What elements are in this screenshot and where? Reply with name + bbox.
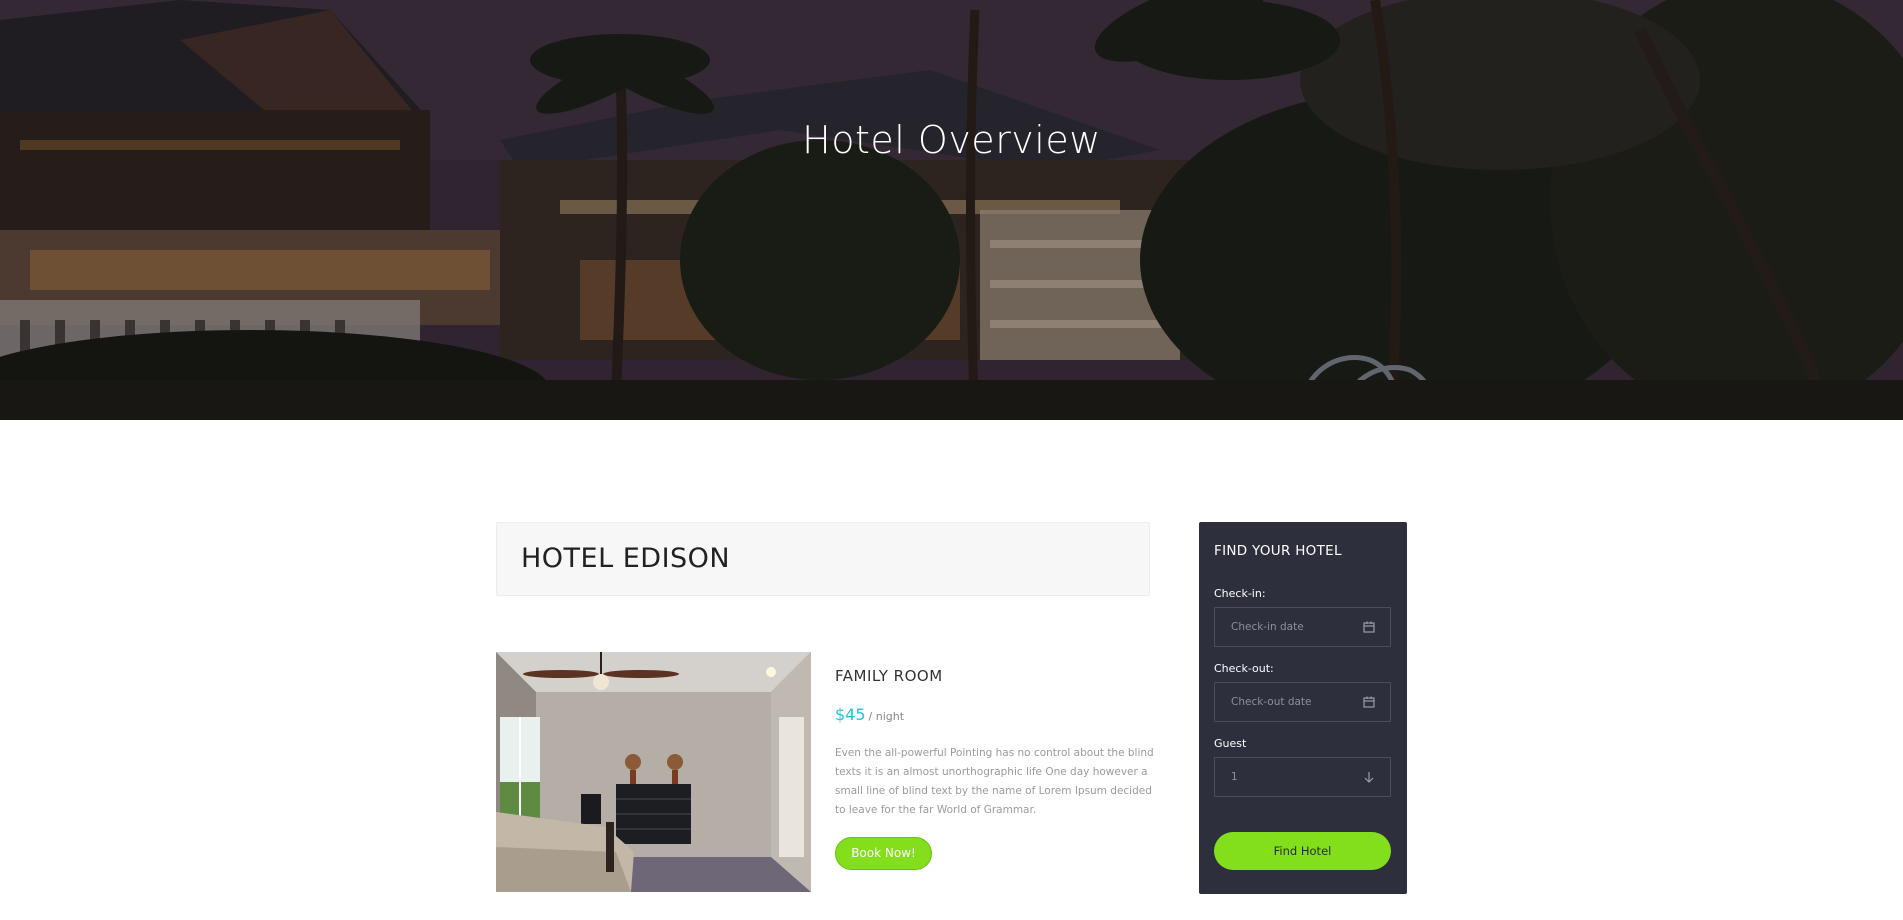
- arrow-down-icon: [1364, 772, 1374, 783]
- checkout-label: Check-out:: [1214, 662, 1274, 675]
- room-price-amount: $45: [835, 705, 866, 724]
- hero-banner: Hotel Overview: [0, 0, 1903, 420]
- hotel-name: HOTEL EDISON: [521, 543, 731, 574]
- checkout-field[interactable]: Check-out date: [1214, 682, 1391, 722]
- room-description: Even the all-powerful Pointing has no co…: [835, 747, 1154, 816]
- calendar-icon: [1363, 621, 1375, 633]
- room-price-unit: / night: [868, 710, 905, 723]
- checkin-label: Check-in:: [1214, 587, 1266, 600]
- room-image: [496, 652, 811, 892]
- checkout-placeholder: Check-out date: [1231, 696, 1312, 708]
- hero-overlay: [0, 0, 1903, 420]
- book-now-button[interactable]: Book Now!: [835, 837, 932, 870]
- checkin-placeholder: Check-in date: [1231, 621, 1304, 633]
- checkin-field[interactable]: Check-in date: [1214, 607, 1391, 647]
- finder-title: FIND YOUR HOTEL: [1214, 543, 1342, 559]
- guest-select[interactable]: 1: [1214, 757, 1391, 797]
- guest-label: Guest: [1214, 737, 1247, 750]
- room-price: $45/ night: [835, 705, 904, 724]
- guest-value: 1: [1231, 771, 1238, 783]
- room-title: FAMILY ROOM: [835, 667, 943, 685]
- calendar-icon: [1363, 696, 1375, 708]
- page-title: Hotel Overview: [802, 118, 1101, 162]
- find-hotel-panel: FIND YOUR HOTEL Check-in: Check-in date …: [1199, 522, 1407, 894]
- find-hotel-button[interactable]: Find Hotel: [1214, 832, 1391, 870]
- hotel-name-box: HOTEL EDISON: [496, 522, 1150, 596]
